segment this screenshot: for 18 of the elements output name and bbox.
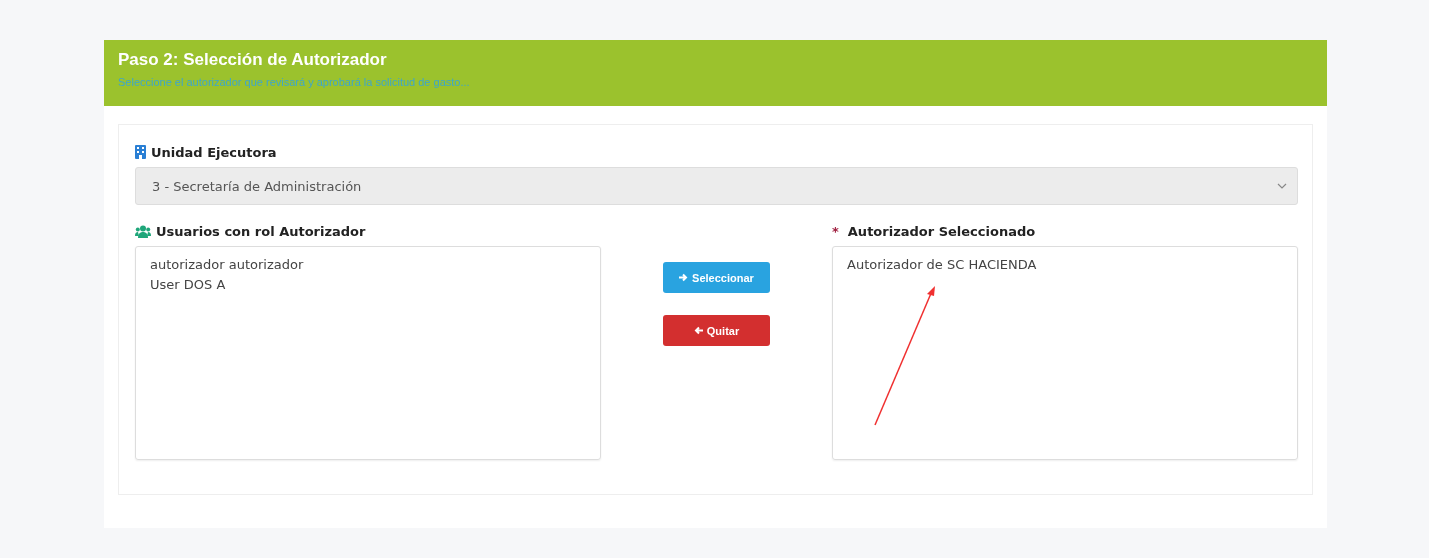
field-label: Usuarios con rol Autorizador [156, 223, 366, 239]
list-option[interactable]: autorizador autorizador [150, 255, 586, 275]
required-mark: * [832, 223, 839, 239]
step-subtitle: Seleccione el autorizador que revisará y aprobará la solicitud de gasto... [118, 76, 471, 88]
list-option[interactable]: User DOS A [150, 275, 586, 295]
arrow-icon [693, 326, 703, 335]
step-title: Paso 2: Selección de Autorizador [118, 50, 388, 70]
users-listbox[interactable]: autorizador autorizador User DOS A [135, 246, 601, 460]
selected-listbox[interactable]: Autorizador de SC HACIENDA [832, 246, 1298, 460]
unit-dropdown[interactable]: 3 - Secretaría de Administración [135, 167, 1298, 205]
arrow-icon [679, 273, 689, 282]
field-label: Unidad Ejecutora [151, 144, 277, 160]
users-icon [135, 224, 151, 238]
building-icon [135, 145, 146, 159]
chevron-down-icon [1277, 183, 1287, 189]
field-label: Autorizador Seleccionado [847, 223, 1036, 239]
remove-button[interactable]: Quitar [663, 315, 770, 346]
list-option[interactable]: Autorizador de SC HACIENDA [847, 255, 1283, 275]
